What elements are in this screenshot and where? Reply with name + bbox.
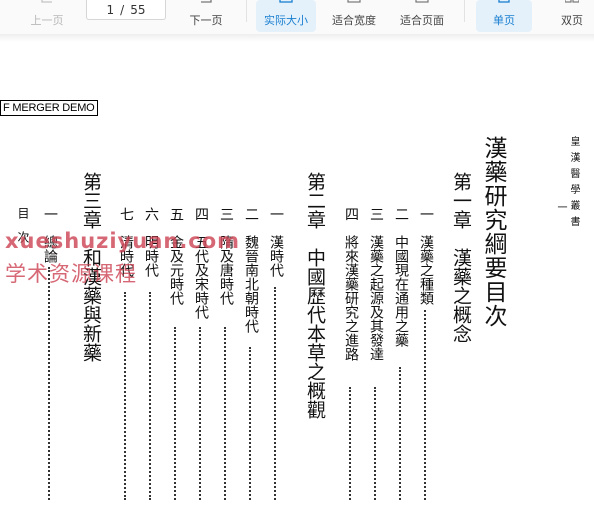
fit-page-label: 适合页面 xyxy=(400,14,444,27)
chapter-1-item: 二 中國現在通用之藥 xyxy=(393,207,409,347)
watermark-text: 学术资源课程 xyxy=(5,262,137,286)
toc-leader-dots xyxy=(199,327,201,500)
toolbar-divider xyxy=(246,0,247,22)
chapter-1-heading: 第一章 漢藥之概念 xyxy=(450,172,472,343)
page-separator: / xyxy=(120,2,125,17)
toc-leader-dots xyxy=(149,292,151,500)
fit-width-label: 适合宽度 xyxy=(332,14,376,27)
toc-leader-dots xyxy=(399,367,401,500)
chapter-2-item: 一 漢時代 xyxy=(268,207,284,277)
toc-title: 漢藥研究綱要目次 xyxy=(480,136,506,328)
next-page-label: 下一页 xyxy=(189,14,223,27)
toc-leader-dots xyxy=(224,327,226,500)
prev-page-label: 上一页 xyxy=(30,14,64,27)
prev-page-button[interactable]: 上一页 xyxy=(24,0,70,32)
pdf-merger-stamp: F MERGER DEMO xyxy=(0,100,98,116)
actual-size-label: 实际大小 xyxy=(264,14,308,27)
next-page-button[interactable]: 下一页 xyxy=(182,0,230,32)
prev-arrow-icon xyxy=(41,0,52,3)
chapter-1-item: 四 將來漢藥研究之進路 xyxy=(343,207,359,361)
chapter-1-item: 三 漢藥之起源及其發達 xyxy=(368,207,384,361)
toc-leader-dots xyxy=(174,327,176,500)
chapter-2-item: 五 金及元時代 xyxy=(168,207,184,305)
fit-width-icon xyxy=(347,0,361,3)
toc-leader-dots xyxy=(274,287,276,500)
chapter-2-item: 四 五代及宋時代 xyxy=(193,207,209,319)
page-total: 55 xyxy=(130,2,146,17)
toc-leader-dots xyxy=(124,292,126,500)
toc-leader-dots xyxy=(249,347,251,500)
single-page-icon xyxy=(498,0,510,3)
toc-leader-dots xyxy=(374,387,376,500)
pdf-toolbar: 上一页 1 / 55 下一页 实际大小 适合宽度 适合页面 单页 双页 xyxy=(0,0,594,34)
chapter-1-item: 一 漢藥之種類 xyxy=(418,207,434,305)
toc-leader-dots xyxy=(48,267,50,500)
watermark-url: xueshuziyuan.com xyxy=(5,229,241,253)
chapter-2-item: 三 隋及唐時代 xyxy=(218,207,234,305)
single-page-label: 单页 xyxy=(493,14,515,27)
toolbar-divider xyxy=(464,0,465,22)
toolbar-shadow xyxy=(0,34,594,42)
chapter-2-item: 二 魏晉南北朝時代 xyxy=(243,207,259,333)
next-arrow-icon xyxy=(201,0,212,3)
document-page: F MERGER DEMO 皇漢醫學叢書 一 漢藥研究綱要目次 第一章 漢藥之概… xyxy=(0,42,594,515)
single-page-button[interactable]: 单页 xyxy=(476,0,532,32)
toc-leader-dots xyxy=(424,310,426,500)
page-number-field[interactable]: 1 / 55 xyxy=(86,0,166,20)
margin-note: 皇漢醫學叢書 xyxy=(568,136,579,232)
actual-size-button[interactable]: 实际大小 xyxy=(256,0,316,32)
double-page-icon xyxy=(565,0,579,3)
fit-page-button[interactable]: 适合页面 xyxy=(392,0,452,32)
double-page-label: 双页 xyxy=(561,14,583,27)
toc-leader-dots xyxy=(349,387,351,500)
margin-note-2: 一 xyxy=(555,202,566,212)
chapter-2-heading: 第二章 中國歷代本草之概觀 xyxy=(304,172,326,419)
fit-width-button[interactable]: 适合宽度 xyxy=(326,0,382,32)
double-page-button[interactable]: 双页 xyxy=(552,0,592,32)
actual-size-icon xyxy=(279,0,293,3)
fit-page-icon xyxy=(415,0,429,3)
page-current: 1 xyxy=(106,2,115,17)
